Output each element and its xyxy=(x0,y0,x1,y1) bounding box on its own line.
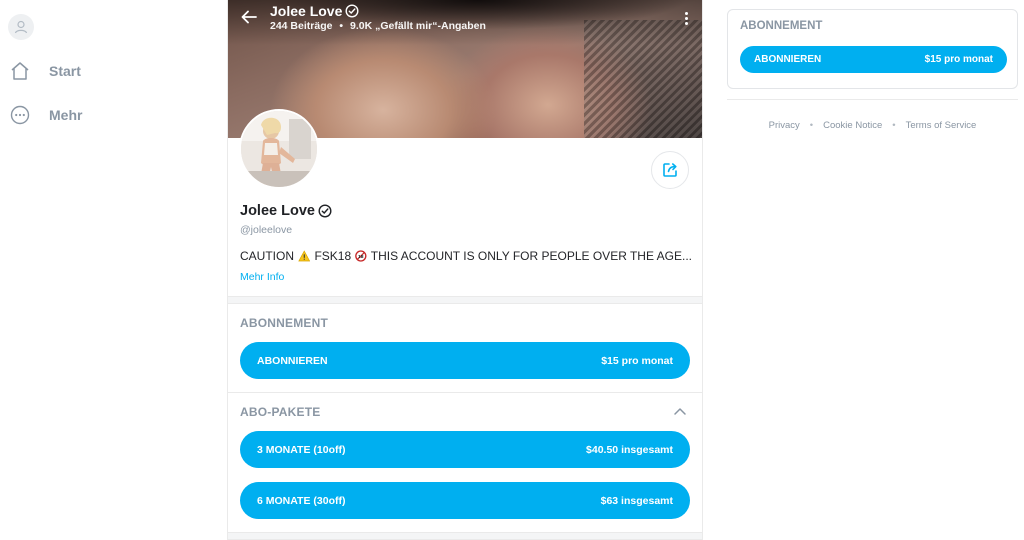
bio-text: THIS ACCOUNT IS ONLY FOR PEOPLE OVER THE… xyxy=(370,249,692,263)
bundle-price: $63 insgesamt xyxy=(600,494,673,507)
bundle-6-months-button[interactable]: 6 MONATE (30off) $63 insgesamt xyxy=(240,482,690,519)
profile-handle: @joleelove xyxy=(240,224,293,236)
kebab-menu-icon[interactable] xyxy=(678,8,694,28)
cookie-notice-link[interactable]: Cookie Notice xyxy=(823,120,882,131)
posts-count: 244 Beiträge xyxy=(270,20,333,32)
footer-links: Privacy • Cookie Notice • Terms of Servi… xyxy=(727,120,1018,131)
share-button[interactable] xyxy=(651,151,689,189)
bio-prefix: CAUTION xyxy=(240,249,294,263)
likes-count: 9.0K „Gefällt mir“-Angaben xyxy=(349,20,486,32)
profile-name-text: Jolee Love xyxy=(240,203,315,219)
warning-icon xyxy=(298,250,311,262)
nav-item-label: Mehr xyxy=(49,107,83,123)
subscribe-button[interactable]: ABONNIEREN $15 pro monat xyxy=(240,342,690,379)
privacy-link[interactable]: Privacy xyxy=(769,120,800,131)
subscribe-button-label: ABONNIEREN xyxy=(754,54,822,65)
header-name: Jolee Love xyxy=(270,3,343,19)
bundle-label: 3 MONATE (10off) xyxy=(257,443,346,456)
back-arrow-icon[interactable] xyxy=(238,6,260,28)
subscription-card: ABONNEMENT ABONNIEREN $15 pro monat xyxy=(727,9,1018,89)
header-title-block: Jolee Love 244 Beiträge • 9.0K „Gefällt … xyxy=(270,3,486,32)
sidebar-subscribe-button[interactable]: ABONNIEREN $15 pro monat xyxy=(740,46,1007,73)
verified-icon xyxy=(318,204,332,218)
section-divider xyxy=(228,392,702,393)
subscribe-button-label: ABONNIEREN xyxy=(257,354,328,367)
profile-bio: CAUTION FSK18 18 THIS ACCOUNT IS ONLY FO… xyxy=(240,249,692,263)
nav-item-more[interactable]: Mehr xyxy=(8,101,82,129)
age-18-icon: 18 xyxy=(355,250,367,262)
nav-item-label: Start xyxy=(49,63,81,79)
profile-column: Jolee Love 244 Beiträge • 9.0K „Gefällt … xyxy=(227,0,703,540)
subscription-card-title: ABONNEMENT xyxy=(740,20,823,32)
section-divider xyxy=(228,296,702,304)
bundle-label: 6 MONATE (30off) xyxy=(257,494,346,507)
profile-name: Jolee Love xyxy=(240,203,332,219)
subscribe-button-price: $15 pro monat xyxy=(924,54,993,65)
share-icon xyxy=(663,163,677,177)
profile-avatar[interactable] xyxy=(239,109,319,189)
stats-separator: • xyxy=(339,20,344,32)
home-icon xyxy=(8,59,32,83)
more-info-link[interactable]: Mehr Info xyxy=(240,271,284,283)
bundles-title: ABO-PAKETE xyxy=(240,405,321,419)
bundle-3-months-button[interactable]: 3 MONATE (10off) $40.50 insgesamt xyxy=(240,431,690,468)
terms-link[interactable]: Terms of Service xyxy=(906,120,977,131)
footer-separator: • xyxy=(892,120,896,131)
footer-separator: • xyxy=(809,120,814,131)
user-icon xyxy=(14,20,28,34)
subscribe-button-price: $15 pro monat xyxy=(601,354,673,367)
chevron-up-icon[interactable] xyxy=(672,404,688,418)
bio-fsk: FSK18 xyxy=(314,249,352,263)
user-avatar[interactable] xyxy=(8,14,34,40)
subscription-title: ABONNEMENT xyxy=(240,316,328,330)
sidebar-divider xyxy=(727,99,1018,100)
section-divider xyxy=(228,532,702,540)
svg-text:18: 18 xyxy=(358,254,364,260)
nav-item-start[interactable]: Start xyxy=(8,57,81,85)
bundle-price: $40.50 insgesamt xyxy=(586,443,673,456)
verified-icon xyxy=(345,4,359,18)
more-circle-icon xyxy=(8,103,32,127)
